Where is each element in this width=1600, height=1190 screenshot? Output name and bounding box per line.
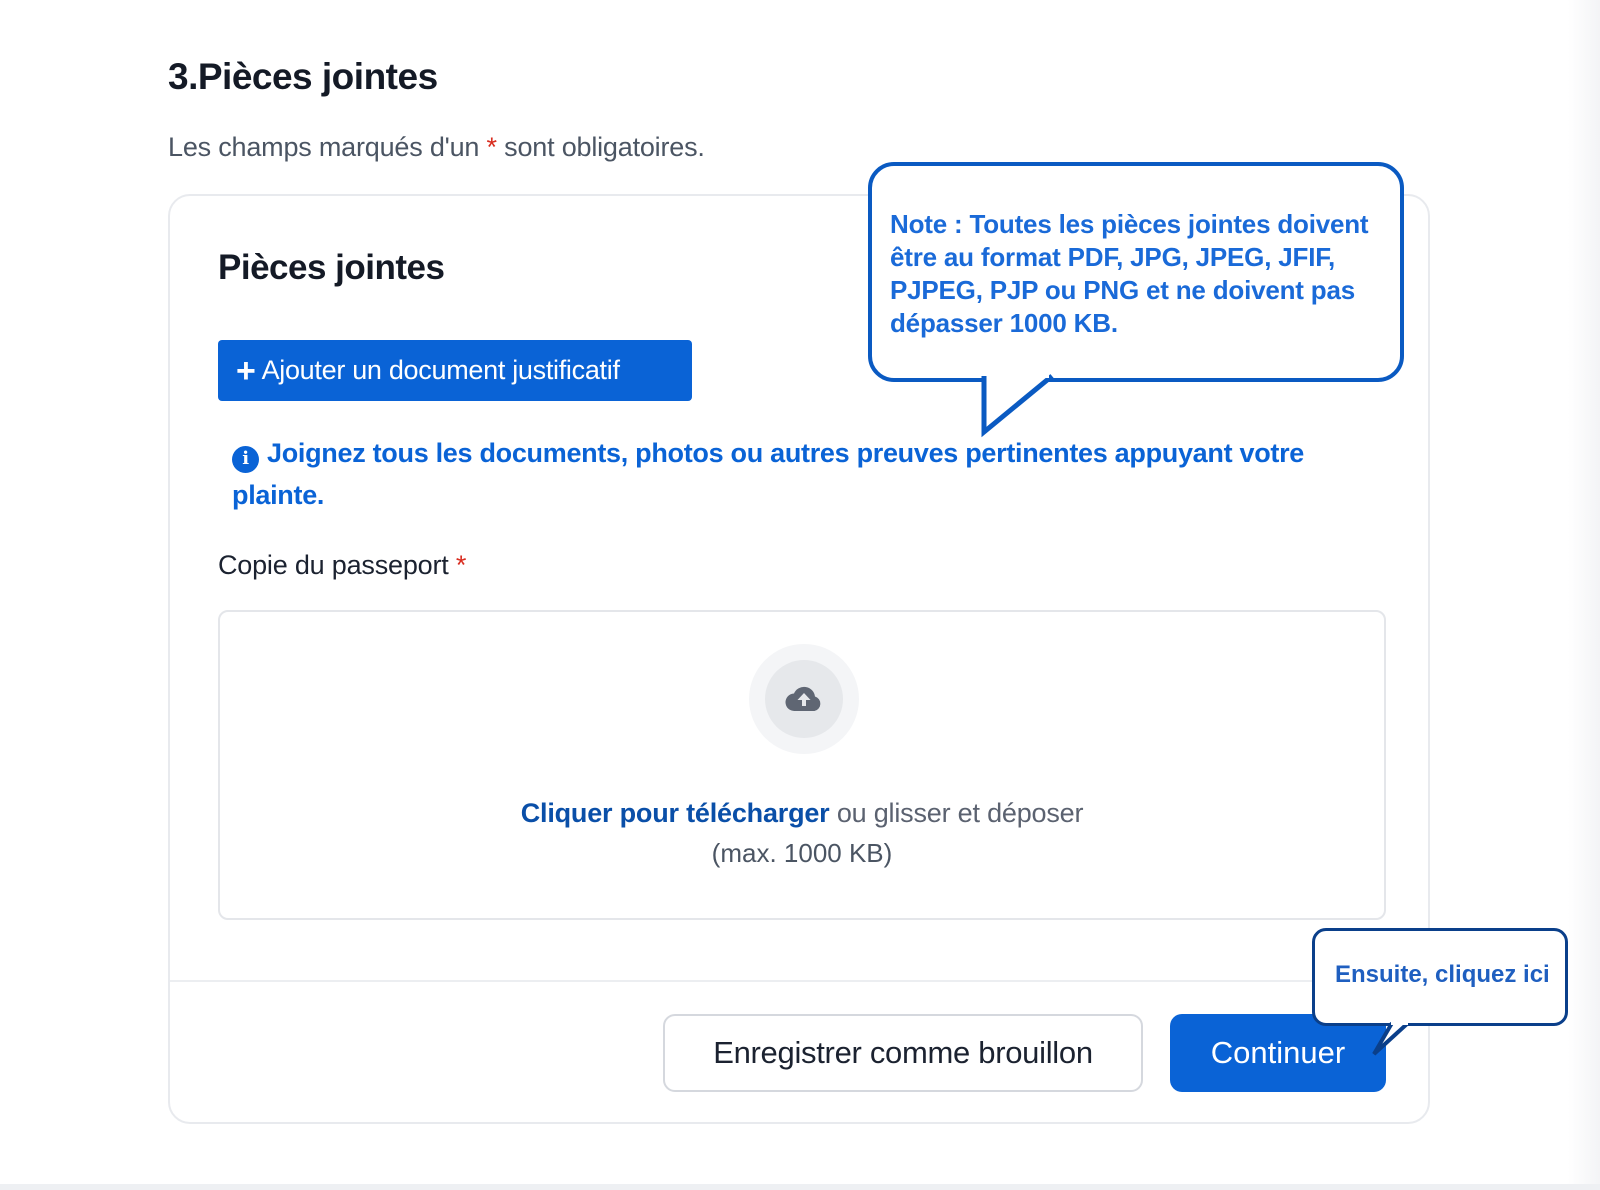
step-title: 3.Pièces jointes (168, 56, 438, 97)
info-message: i Joignez tous les documents, photos ou a… (232, 432, 1382, 516)
upload-icon-circle (765, 660, 843, 738)
add-document-button[interactable]: + Ajouter un document justificatif (218, 340, 692, 401)
upload-icon-halo (749, 644, 859, 754)
upload-link[interactable]: Cliquer pour télécharger (521, 798, 830, 828)
required-star: * (486, 132, 498, 162)
save-draft-button[interactable]: Enregistrer comme brouillon (663, 1014, 1143, 1092)
required-note-suffix: sont obligatoires. (504, 132, 705, 162)
info-icon: i (232, 445, 259, 473)
required-fields-note: Les champs marqués d'un * sont obligatoi… (168, 132, 705, 163)
card-title: Pièces jointes (218, 248, 445, 287)
page-edge (1568, 0, 1600, 1190)
plus-icon: + (236, 351, 256, 390)
upload-instructions: Cliquer pour télécharger ou glisser et d… (220, 798, 1384, 829)
passport-label-text: Copie du passeport (218, 550, 449, 580)
card-divider (170, 980, 1428, 982)
next-step-callout-tail (1372, 1020, 1410, 1056)
cloud-upload-icon (785, 686, 821, 712)
next-step-callout: Ensuite, cliquez ici (1312, 928, 1568, 1026)
format-note-text: Note : Toutes les pièces jointes doivent… (890, 209, 1369, 338)
page-bottom-edge (0, 1184, 1600, 1190)
required-note-prefix: Les champs marqués d'un (168, 132, 480, 162)
info-text: Joignez tous les documents, photos ou au… (232, 438, 1305, 510)
add-document-label: Ajouter un document justificatif (261, 355, 620, 385)
upload-drag-text: ou glisser et déposer (836, 798, 1084, 828)
next-step-text: Ensuite, cliquez ici (1335, 961, 1550, 988)
format-note-callout-tail (981, 372, 1054, 438)
format-note-callout: Note : Toutes les pièces jointes doivent… (868, 162, 1404, 382)
passport-upload-dropzone[interactable]: Cliquer pour télécharger ou glisser et d… (218, 610, 1386, 920)
passport-required-star: * (455, 550, 467, 580)
passport-field-label: Copie du passeport * (218, 550, 466, 581)
upload-size-limit: (max. 1000 KB) (711, 838, 893, 868)
